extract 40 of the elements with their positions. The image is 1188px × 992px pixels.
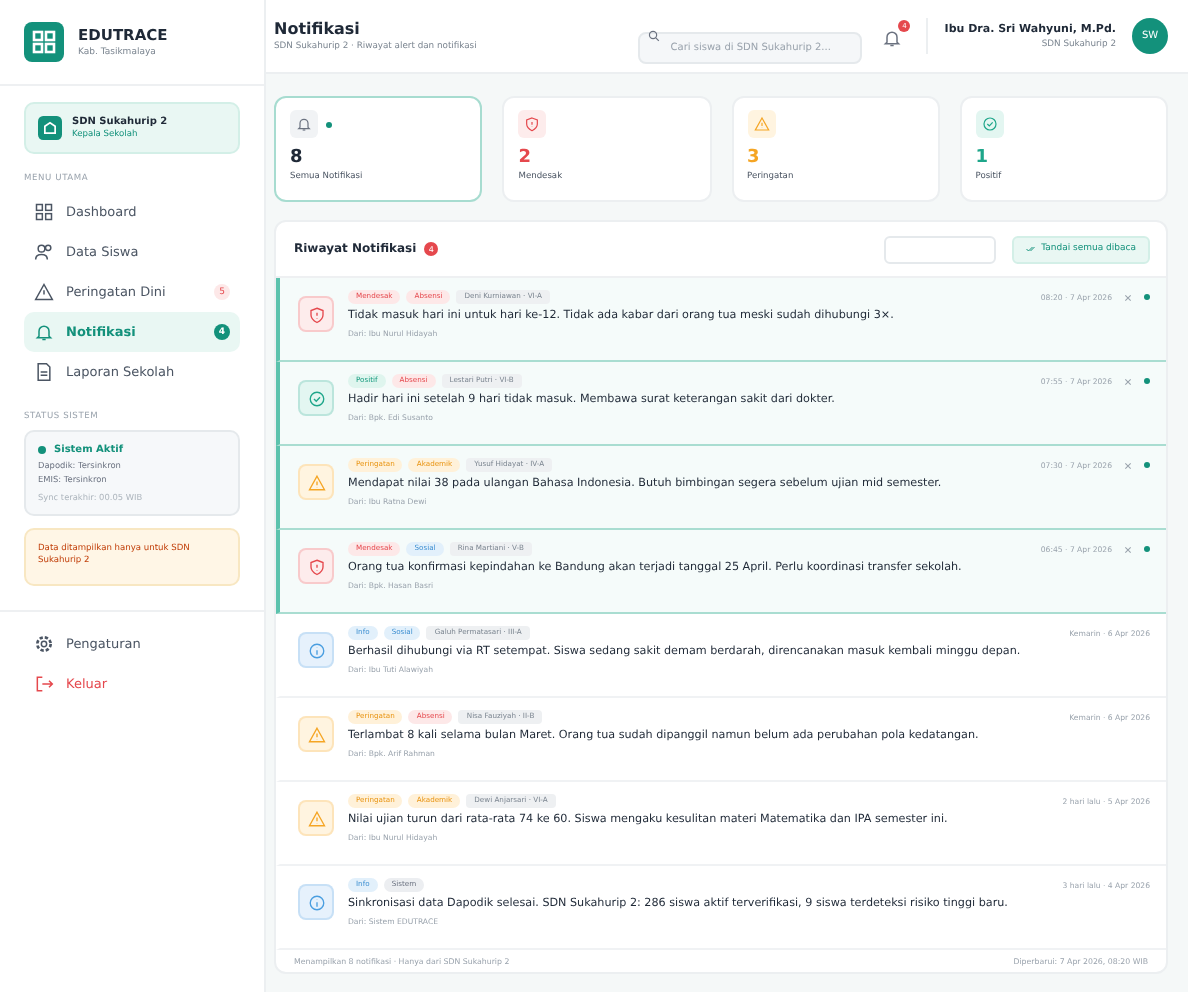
- stat-value: 8: [290, 148, 305, 168]
- stat-value: 2: [518, 148, 534, 168]
- shield-icon: [518, 110, 547, 138]
- settings-icon: [34, 633, 54, 654]
- school-icon: [38, 116, 62, 140]
- close-icon[interactable]: [1124, 377, 1132, 385]
- search-icon: [648, 30, 661, 42]
- unread-dot: [1144, 294, 1150, 300]
- bell-icon: [34, 322, 54, 342]
- unread-dot: [1144, 378, 1150, 384]
- stat-value: 1: [975, 148, 991, 168]
- users-icon: [34, 242, 54, 262]
- filter-field[interactable]: [883, 235, 996, 263]
- status-dot: [38, 446, 46, 454]
- logo-icon: [24, 22, 64, 62]
- page-title: Notifikasi: [274, 20, 362, 38]
- warning-icon: [747, 110, 775, 138]
- warning-icon: [298, 800, 334, 836]
- check-icon: [975, 110, 1004, 138]
- unread-dot: [1144, 546, 1150, 552]
- check-icon: [298, 380, 334, 416]
- shield-icon: [298, 548, 334, 584]
- bell-icon: [290, 110, 318, 138]
- shield-icon: [298, 296, 334, 332]
- warning-icon: [298, 464, 334, 500]
- stat-value: 3: [747, 148, 762, 168]
- selected-dot: [326, 121, 332, 127]
- info-icon: [298, 884, 334, 920]
- close-icon[interactable]: [1124, 545, 1132, 553]
- close-icon[interactable]: [1124, 293, 1132, 301]
- logout-icon: [34, 673, 54, 694]
- doc-icon: [34, 362, 54, 382]
- warning-icon: [298, 716, 334, 752]
- grid-icon: [34, 202, 54, 222]
- warning-icon: [34, 282, 54, 302]
- info-icon: [298, 632, 334, 668]
- bell-icon: [882, 28, 903, 48]
- unread-dot: [1144, 462, 1150, 468]
- close-icon[interactable]: [1124, 461, 1132, 469]
- check-icon: [1025, 246, 1036, 252]
